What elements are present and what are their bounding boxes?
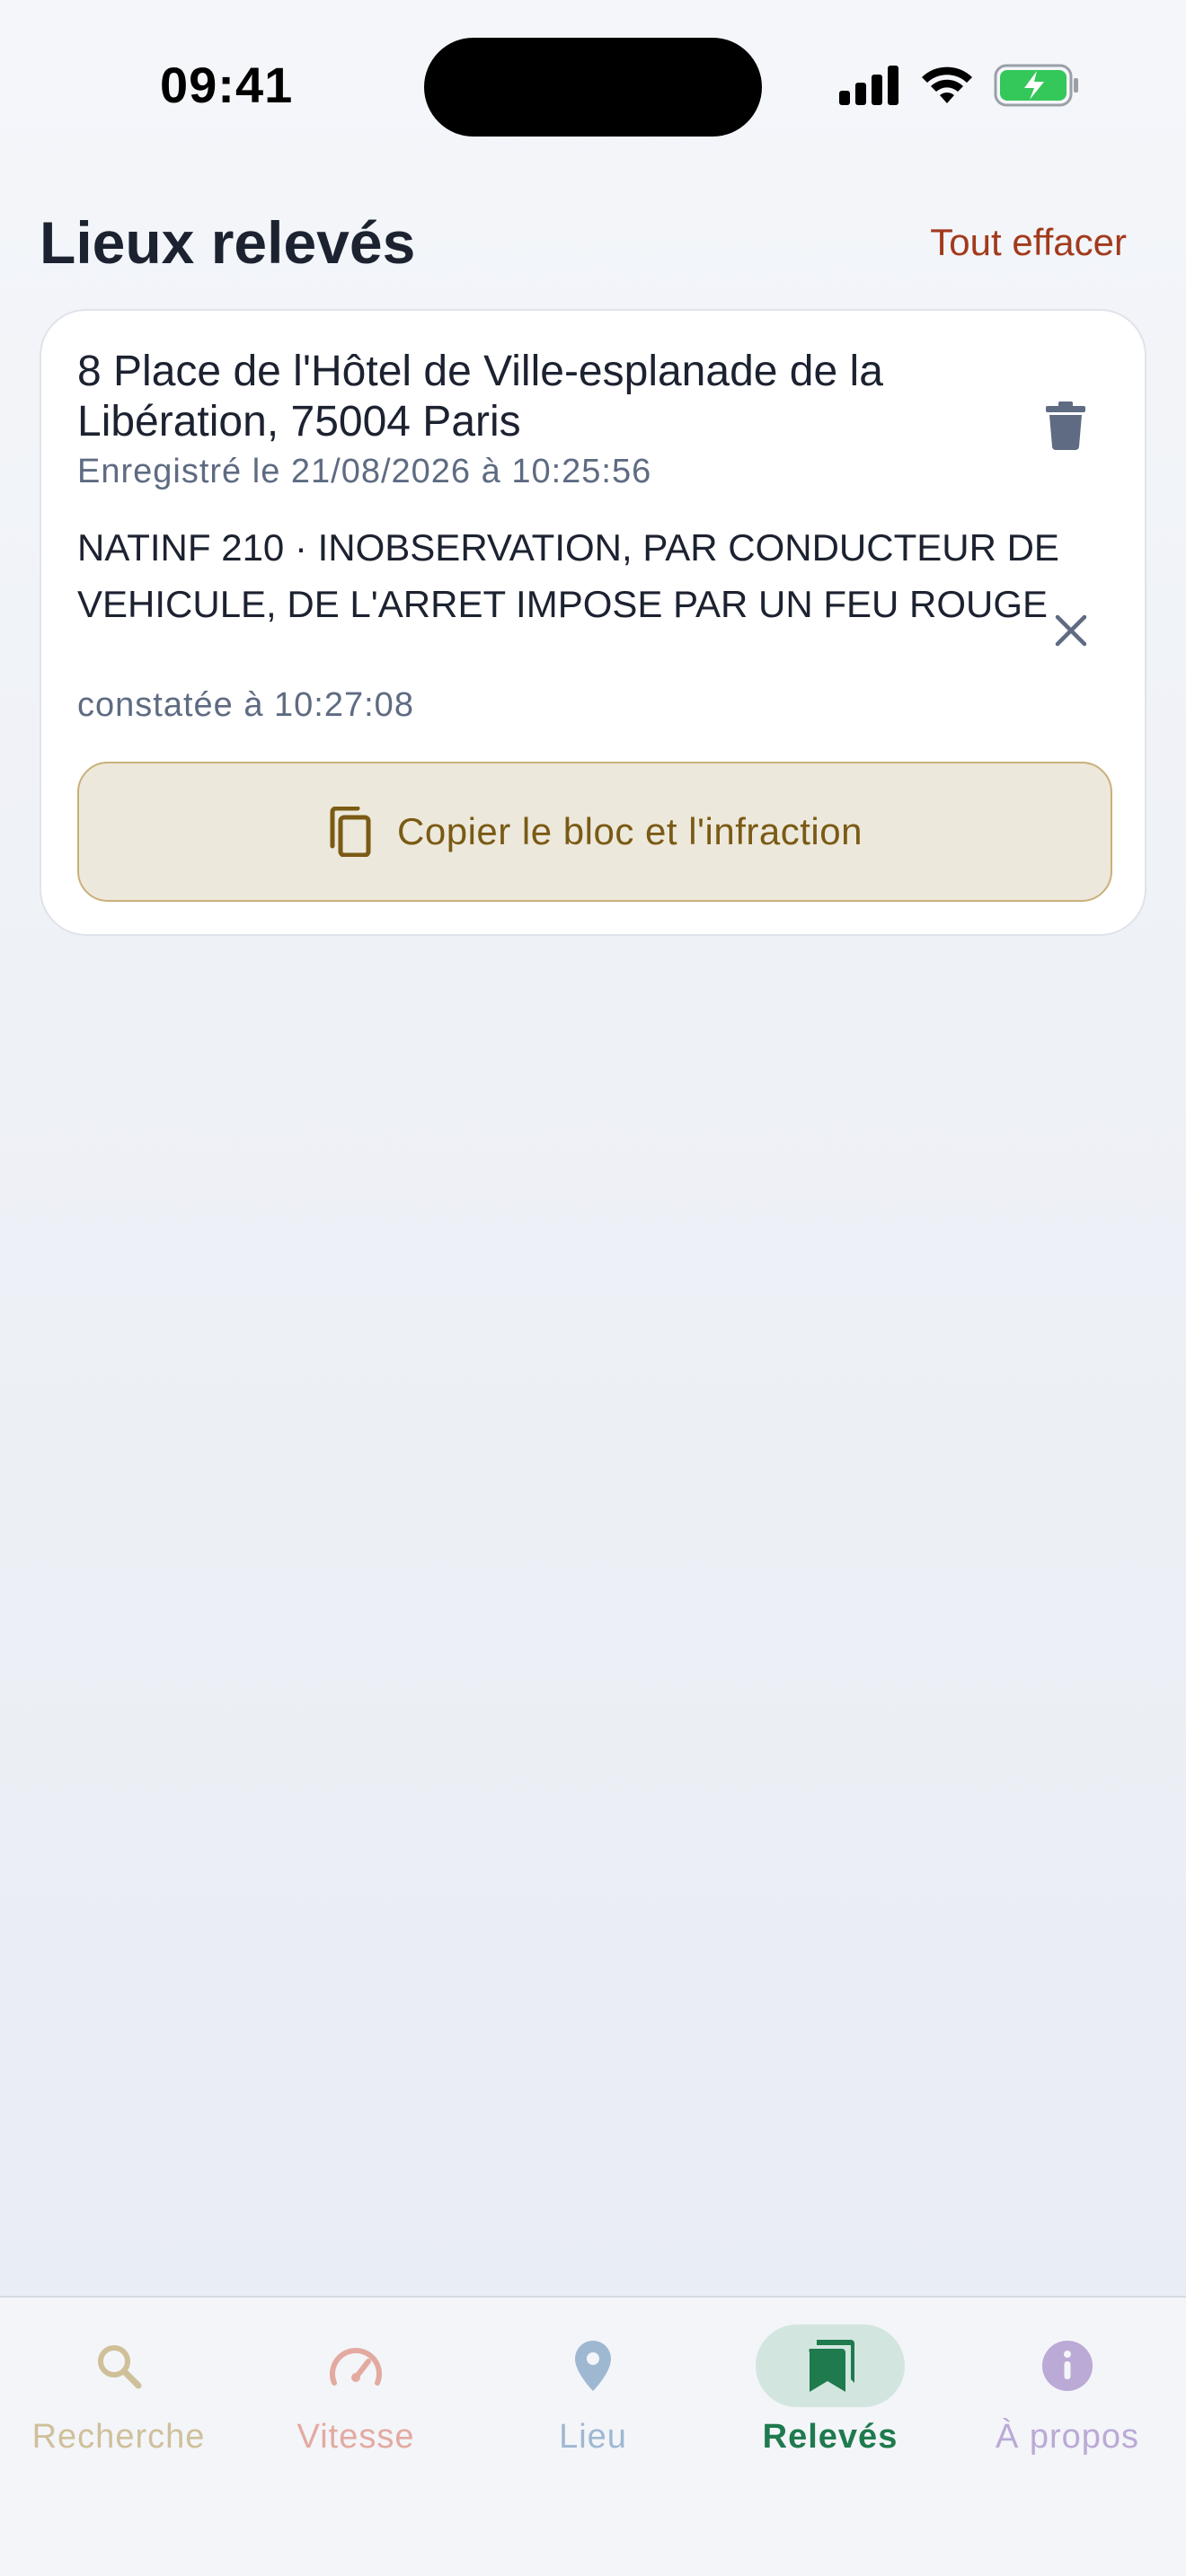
clear-all-button[interactable]: Tout effacer [930,221,1127,264]
wifi-icon [922,66,972,103]
delete-record-button[interactable] [1030,390,1102,462]
infraction-text: NATINF 210 · INOBSERVATION, PAR CONDUCTE… [77,526,1059,625]
tab-recherche[interactable]: Recherche [0,2325,237,2504]
remove-infraction-button[interactable] [1035,595,1107,666]
tab-vitesse[interactable]: Vitesse [237,2325,474,2504]
trash-icon [1046,401,1085,450]
location-pin-icon [575,2341,611,2391]
battery-charging-icon [994,64,1078,107]
dynamic-island [424,38,762,137]
copy-icon [330,807,371,857]
tab-label-lieu: Lieu [559,2418,627,2456]
copy-block-label: Copier le bloc et l'infraction [397,810,863,852]
tab-lieu[interactable]: Lieu [474,2325,712,2504]
bookmarks-icon [809,2340,854,2392]
tab-releves[interactable]: Relevés [712,2325,949,2504]
status-bar: 09:41 [0,0,1186,180]
search-icon [98,2345,142,2389]
copy-block-button[interactable]: Copier le bloc et l'infraction [77,762,1112,902]
page-title: Lieux relevés [40,209,416,276]
tab-a-propos[interactable]: À propos [949,2325,1186,2504]
status-icons [839,63,1080,108]
tab-bar: Recherche Vitesse Lieu Relevés À propos [0,2296,1186,2576]
address-title: 8 Place de l'Hôtel de Ville-esplanade de… [77,348,883,446]
info-icon [1042,2341,1093,2391]
tab-label-releves: Relevés [762,2418,898,2456]
record-card: 8 Place de l'Hôtel de Ville-esplanade de… [40,309,1146,936]
recorded-timestamp: Enregistré le 21/08/2026 à 10:25:56 [77,453,652,490]
cellular-signal-icon [839,66,898,105]
tab-label-a-propos: À propos [995,2418,1140,2456]
tab-label-vitesse: Vitesse [296,2418,415,2456]
status-time: 09:41 [160,57,294,113]
tab-label-recherche: Recherche [31,2418,206,2456]
tab-active-indicator [756,2325,905,2407]
speedometer-icon [330,2348,382,2386]
close-icon [1055,614,1087,647]
infraction-observed-time: constatée à 10:27:08 [77,686,414,724]
